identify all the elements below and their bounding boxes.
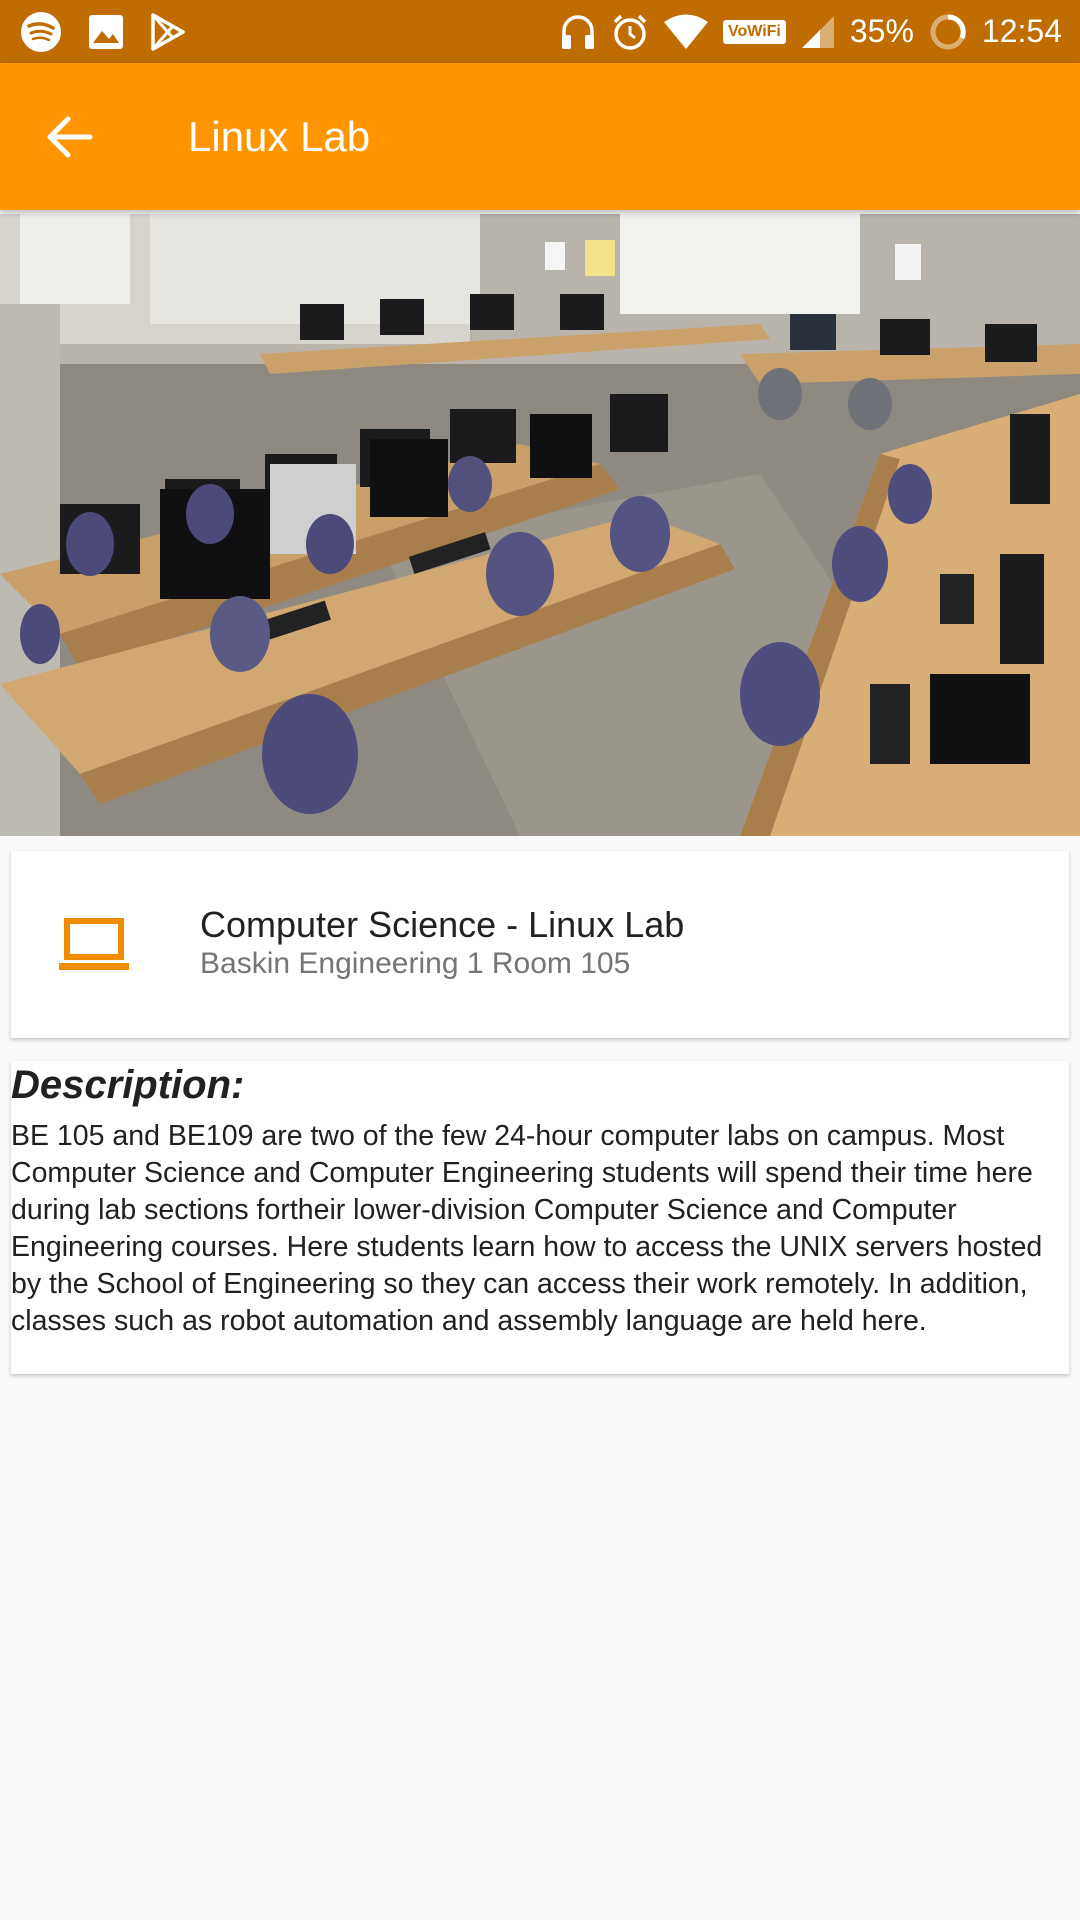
location-subtitle: Baskin Engineering 1 Room 105 — [200, 947, 631, 980]
clock: 12:54 — [981, 13, 1062, 49]
headphones-icon — [559, 13, 597, 51]
spotify-icon — [20, 11, 62, 53]
page-title: Linux Lab — [188, 113, 371, 160]
description-card: Description: BE 105 and BE109 are two of… — [11, 1061, 1069, 1374]
status-bar-notifications — [20, 0, 186, 63]
signal-icon — [800, 14, 836, 50]
gallery-icon — [88, 14, 124, 50]
status-bar: VoWiFi 35% 12:54 — [0, 0, 1080, 63]
alarm-icon — [611, 13, 649, 51]
description-heading: Description: — [11, 1063, 245, 1107]
vowifi-badge: VoWiFi — [722, 19, 786, 44]
status-bar-system: VoWiFi 35% 12:54 — [559, 0, 1062, 63]
description-body: BE 105 and BE109 are two of the few 24-h… — [11, 1120, 1043, 1337]
location-title: Computer Science - Linux Lab — [200, 904, 685, 945]
play-store-icon — [150, 12, 186, 51]
lab-photo — [0, 214, 1080, 836]
battery-percent: 35% — [849, 13, 914, 49]
location-card[interactable]: Computer Science - Linux Lab Baskin Engi… — [11, 851, 1069, 1038]
arrow-back-icon — [47, 116, 93, 158]
back-button[interactable] — [34, 101, 106, 173]
app-bar: Linux Lab — [0, 63, 1080, 210]
laptop-icon — [59, 918, 129, 970]
battery-icon — [928, 12, 968, 52]
wifi-icon — [663, 13, 709, 51]
